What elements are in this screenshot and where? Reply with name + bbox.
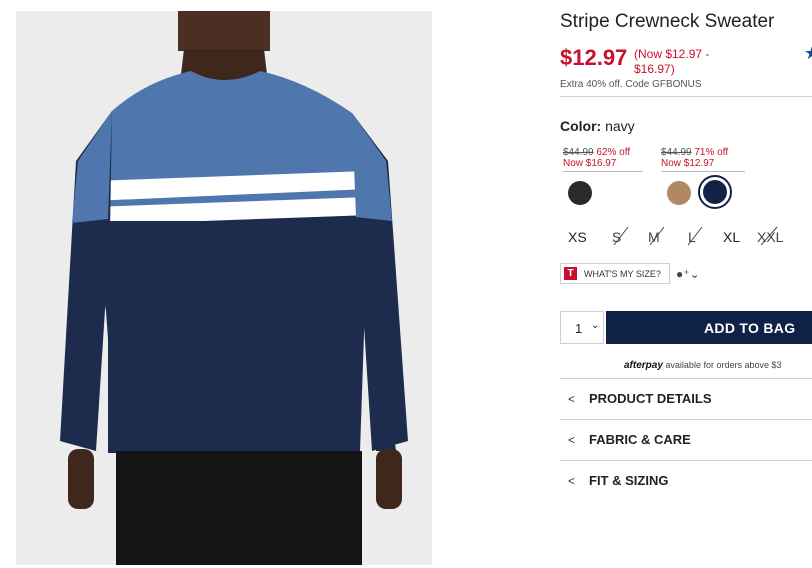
color-label: Color: navy xyxy=(560,118,635,134)
add-to-bag-label: ADD TO BAG xyxy=(704,320,796,336)
divider xyxy=(661,171,745,172)
size-s-unavailable[interactable]: S xyxy=(612,226,629,246)
product-info-panel: Stripe Crewneck Sweater $12.97 (Now $12.… xyxy=(560,0,812,568)
accordion-fabric-care[interactable]: < FABRIC & CARE xyxy=(560,419,812,460)
color-value: navy xyxy=(605,118,635,134)
was-price: $44.99 xyxy=(563,147,594,158)
color-label-text: Color: xyxy=(560,118,602,134)
swatch-black[interactable] xyxy=(568,181,592,205)
divider xyxy=(560,96,812,97)
quantity-value: 1 xyxy=(575,321,583,336)
sweater-model-illustration xyxy=(16,11,432,565)
unavailable-slash-icon xyxy=(613,226,629,246)
discount-text: 71% off xyxy=(694,147,729,158)
chevron-left-icon: < xyxy=(568,433,576,447)
product-image xyxy=(16,11,432,565)
swatch-tan[interactable] xyxy=(667,181,691,205)
unavailable-slash-icon xyxy=(687,226,703,246)
was-price: $44.99 xyxy=(661,147,692,158)
chevron-left-icon: < xyxy=(568,392,576,406)
swatch-group-price: $44.99 71% off Now $12.97 xyxy=(661,147,745,172)
whats-my-size-label: WHAT'S MY SIZE? xyxy=(584,269,661,279)
now-price: Now $16.97 xyxy=(563,158,617,169)
product-title: Stripe Crewneck Sweater xyxy=(560,11,775,32)
swatch-navy-selected[interactable] xyxy=(698,175,732,209)
star-icon[interactable]: ★ xyxy=(804,43,812,64)
swatch-group-price: $44.99 62% off Now $16.97 xyxy=(563,147,643,172)
afterpay-text: available for orders above $3 xyxy=(665,360,782,370)
size-xl[interactable]: XL xyxy=(723,229,740,245)
divider xyxy=(563,171,643,172)
size-l-unavailable[interactable]: L xyxy=(687,226,703,246)
add-to-bag-button[interactable]: ADD TO BAG xyxy=(606,311,812,344)
accordion-label: PRODUCT DETAILS xyxy=(589,391,712,406)
size-xs[interactable]: XS xyxy=(568,229,587,245)
promo-text: Extra 40% off. Code GFBONUS xyxy=(560,79,702,90)
whats-my-size-button[interactable]: T WHAT'S MY SIZE? xyxy=(560,263,670,284)
discount-text: 62% off xyxy=(596,147,631,158)
price-range: (Now $12.97 - $16.97) xyxy=(634,47,710,76)
unavailable-slash-icon xyxy=(649,226,665,246)
size-xxl-unavailable[interactable]: XXL xyxy=(757,226,783,246)
afterpay-logo: afterpay xyxy=(624,360,663,371)
quantity-select[interactable]: 1 ⌄ xyxy=(560,311,604,344)
size-m-unavailable[interactable]: M xyxy=(648,226,665,246)
fit-logo-icon: T xyxy=(564,267,577,280)
user-fit-icon[interactable]: ●⁺⌄ xyxy=(676,267,700,281)
accordion-label: FABRIC & CARE xyxy=(589,432,691,447)
unavailable-slash-icon xyxy=(760,226,778,246)
sale-price: $12.97 xyxy=(560,45,628,70)
accordion-fit-sizing[interactable]: < FIT & SIZING xyxy=(560,460,812,501)
chevron-down-icon: ⌄ xyxy=(591,320,600,331)
afterpay-info: afterpay available for orders above $3 xyxy=(624,360,782,371)
accordion-product-details[interactable]: < PRODUCT DETAILS xyxy=(560,378,812,419)
accordion-label: FIT & SIZING xyxy=(589,473,669,488)
now-price: Now $12.97 xyxy=(661,158,715,169)
chevron-left-icon: < xyxy=(568,474,576,488)
